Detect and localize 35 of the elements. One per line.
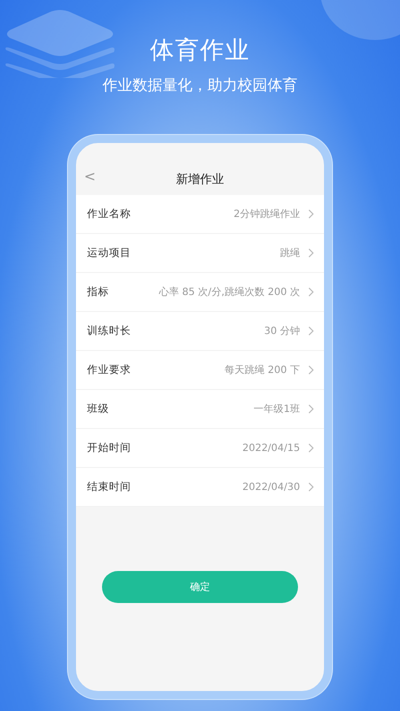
field-label: 开始时间 — [87, 441, 131, 455]
field-label: 运动项目 — [87, 246, 131, 260]
field-value: 跳绳 — [280, 246, 300, 260]
banner-subtitle: 作业数据量化，助力校园体育 — [102, 76, 298, 95]
chevron-icon — [308, 404, 314, 414]
field-label: 班级 — [87, 402, 109, 416]
chevron-icon — [308, 443, 314, 453]
form-row[interactable]: 班级 一年级1班 — [76, 390, 324, 429]
field-label: 作业要求 — [87, 363, 131, 377]
field-label: 结束时间 — [87, 480, 131, 494]
chevron-icon — [308, 365, 314, 375]
form-row[interactable]: 训练时长 30 分钟 — [76, 312, 324, 351]
screen-title: 新增作业 — [176, 170, 224, 188]
field-value: 30 分钟 — [264, 324, 300, 338]
field-label: 指标 — [87, 285, 109, 299]
form-row[interactable]: 结束时间 2022/04/30 — [76, 468, 324, 507]
field-value: 2022/04/15 — [242, 442, 300, 454]
chevron-icon — [308, 248, 314, 258]
form-row[interactable]: 作业名称 2分钟跳绳作业 — [76, 195, 324, 234]
form-row[interactable]: 指标 心率 85 次/分,跳绳次数 200 次 — [76, 273, 324, 312]
chevron-icon — [308, 209, 314, 219]
form-row[interactable]: 开始时间 2022/04/15 — [76, 429, 324, 468]
chevron-icon — [308, 326, 314, 336]
form-row[interactable]: 运动项目 跳绳 — [76, 234, 324, 273]
form-row[interactable]: 作业要求 每天跳绳 200 下 — [76, 351, 324, 390]
field-value: 一年级1班 — [254, 402, 300, 416]
banner-title: 体育作业 — [150, 35, 250, 66]
chevron-icon — [308, 482, 314, 492]
field-label: 训练时长 — [87, 324, 131, 338]
field-value: 2022/04/30 — [242, 482, 300, 492]
field-value: 每天跳绳 200 下 — [224, 364, 300, 377]
field-label: 作业名称 — [87, 207, 131, 221]
field-value: 2分钟跳绳作业 — [234, 208, 300, 221]
chevron-icon — [308, 287, 314, 297]
field-value: 心率 85 次/分,跳绳次数 200 次 — [158, 286, 300, 299]
